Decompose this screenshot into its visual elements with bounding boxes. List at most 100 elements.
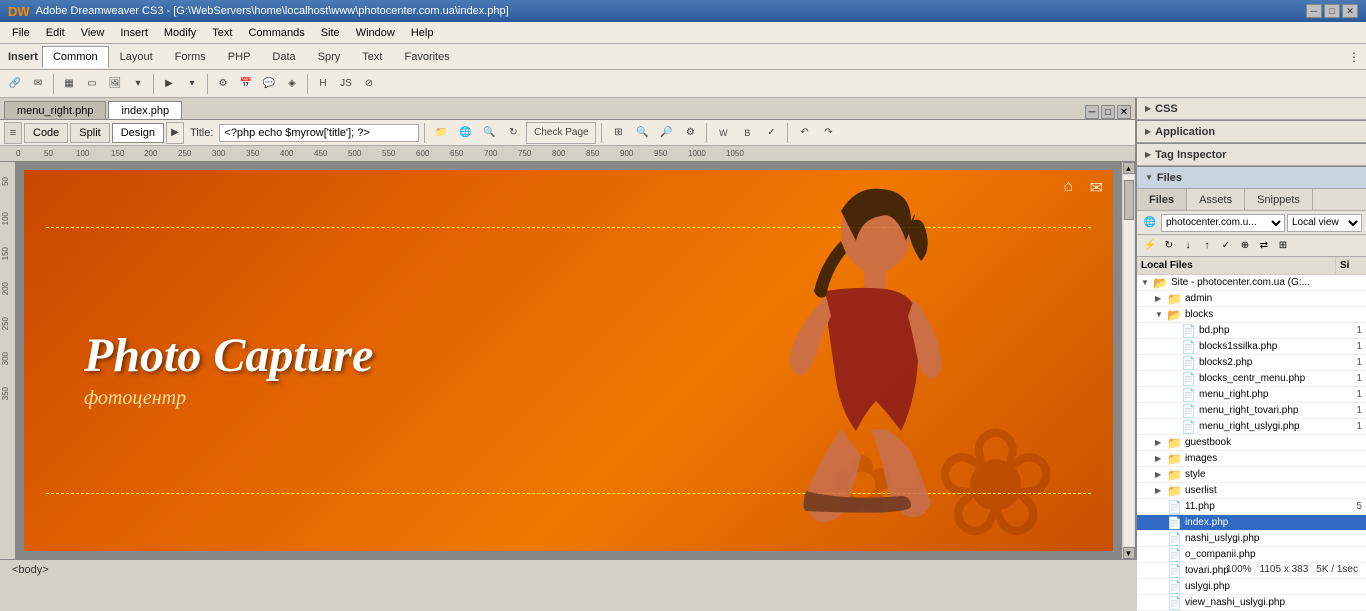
site-selector[interactable]: photocenter.com.u...	[1161, 214, 1285, 232]
check-page-btn[interactable]: Check Page	[526, 122, 596, 144]
code-explorer-icon[interactable]: ≡	[4, 122, 22, 144]
tree-item-index.php[interactable]: 📄 index.php	[1137, 515, 1366, 531]
tree-item-nashi_uslygi.php[interactable]: 📄 nashi_uslygi.php	[1137, 531, 1366, 547]
media-icon[interactable]: ▶	[158, 73, 180, 95]
design-view-btn[interactable]: Design	[112, 123, 164, 143]
tree-item-blocks_centr_menu.php[interactable]: 📄 blocks_centr_menu.php 1	[1137, 371, 1366, 387]
tree-item-admin[interactable]: ▶ 📁 admin	[1137, 291, 1366, 307]
w3c-validate-icon[interactable]: W	[712, 122, 734, 144]
image-dropdown-icon[interactable]: ▾	[127, 73, 149, 95]
menu-edit[interactable]: Edit	[38, 25, 73, 41]
menu-file[interactable]: File	[4, 25, 38, 41]
tab-layout[interactable]: Layout	[109, 46, 164, 68]
live-view-icon[interactable]: ▶	[166, 122, 184, 144]
tree-item-view_nashi_uslygi.php[interactable]: 📄 view_nashi_uslygi.php	[1137, 595, 1366, 611]
tree-item-bd.php[interactable]: 📄 bd.php 1	[1137, 323, 1366, 339]
synchronize-icon[interactable]: ⇄	[1255, 237, 1273, 255]
code-view-btn[interactable]: Code	[24, 123, 68, 143]
titlebar-controls[interactable]: ─ □ ✕	[1306, 4, 1358, 18]
tree-item-images[interactable]: ▶ 📁 images	[1137, 451, 1366, 467]
redo-icon[interactable]: ↷	[817, 122, 839, 144]
menu-view[interactable]: View	[73, 25, 113, 41]
debug-icon[interactable]: 🔍	[478, 122, 500, 144]
tree-item-userlist[interactable]: ▶ 📁 userlist	[1137, 483, 1366, 499]
tab-common[interactable]: Common	[42, 46, 109, 68]
script-icon[interactable]: JS	[335, 73, 357, 95]
menu-window[interactable]: Window	[348, 25, 403, 41]
visual-aids-icon[interactable]: ⊞	[607, 122, 629, 144]
tree-item-menu_right.php[interactable]: 📄 menu_right.php 1	[1137, 387, 1366, 403]
validate-icon[interactable]: ✓	[760, 122, 782, 144]
preview-icon[interactable]: 🌐	[454, 122, 476, 144]
head-icon[interactable]: H	[312, 73, 334, 95]
menu-text[interactable]: Text	[204, 25, 240, 41]
toolbar-options-icon[interactable]: ⋮	[1346, 46, 1362, 68]
doc-maximize-btn[interactable]: □	[1101, 105, 1115, 119]
tree-item-style[interactable]: ▶ 📁 style	[1137, 467, 1366, 483]
email-icon[interactable]: ✉	[27, 73, 49, 95]
refresh-files-icon[interactable]: ↻	[1160, 237, 1178, 255]
doc-close-btn[interactable]: ✕	[1117, 105, 1131, 119]
media-dropdown-icon[interactable]: ▾	[181, 73, 203, 95]
view-selector[interactable]: Local view Remote view Testing server	[1287, 214, 1362, 232]
get-files-icon[interactable]: ↓	[1179, 237, 1197, 255]
tab-spry[interactable]: Spry	[307, 46, 352, 68]
expand-icon[interactable]: ⊞	[1274, 237, 1292, 255]
menu-help[interactable]: Help	[403, 25, 442, 41]
menu-insert[interactable]: Insert	[112, 25, 156, 41]
hyperlink-icon[interactable]: 🔗	[4, 73, 26, 95]
undo-icon[interactable]: ↶	[793, 122, 815, 144]
app-panel-header[interactable]: ▶ Application	[1137, 121, 1366, 143]
tree-item-uslygi.php[interactable]: 📄 uslygi.php	[1137, 579, 1366, 595]
zoom-out-icon[interactable]: 🔎	[655, 122, 677, 144]
tree-item-menu_right_uslygi.php[interactable]: 📄 menu_right_uslygi.php 1	[1137, 419, 1366, 435]
tree-item-root[interactable]: ▼ 📂 Site - photocenter.com.ua (G:...	[1137, 275, 1366, 291]
menu-modify[interactable]: Modify	[156, 25, 204, 41]
tree-item-menu_right_tovari.php[interactable]: 📄 menu_right_tovari.php 1	[1137, 403, 1366, 419]
refresh-icon[interactable]: ↻	[502, 122, 524, 144]
close-button[interactable]: ✕	[1342, 4, 1358, 18]
title-input[interactable]	[219, 124, 419, 142]
tree-item-blocks2.php[interactable]: 📄 blocks2.php 1	[1137, 355, 1366, 371]
tab-menu-right-php[interactable]: menu_right.php	[4, 101, 106, 119]
minimize-button[interactable]: ─	[1306, 4, 1322, 18]
tree-item-11.php[interactable]: 📄 11.php 5	[1137, 499, 1366, 515]
image-icon[interactable]: 🖼	[104, 73, 126, 95]
tab-favorites[interactable]: Favorites	[393, 46, 460, 68]
widget-icon[interactable]: ⚙	[212, 73, 234, 95]
tab-index-php[interactable]: index.php	[108, 101, 182, 119]
noscript-icon[interactable]: ⊘	[358, 73, 380, 95]
tag-chooser-icon[interactable]: ◈	[281, 73, 303, 95]
files-tab-assets[interactable]: Assets	[1187, 189, 1245, 210]
put-files-icon[interactable]: ↑	[1198, 237, 1216, 255]
comment-icon[interactable]: 💬	[258, 73, 280, 95]
tree-item-blocks[interactable]: ▼ 📂 blocks	[1137, 307, 1366, 323]
insert-div-icon[interactable]: ▭	[81, 73, 103, 95]
zoom-in-icon[interactable]: 🔍	[631, 122, 653, 144]
page-canvas[interactable]: ❀ ✿ ⌂ ✉ Photo Capture фотоцентр	[24, 170, 1113, 551]
file-tree[interactable]: ▼ 📂 Site - photocenter.com.ua (G:... ▶ 📁…	[1137, 275, 1366, 611]
check-in-icon[interactable]: ✓	[1217, 237, 1235, 255]
doc-minimize-btn[interactable]: ─	[1085, 105, 1099, 119]
check-out-icon[interactable]: ⊕	[1236, 237, 1254, 255]
tab-php[interactable]: PHP	[217, 46, 262, 68]
tree-item-guestbook[interactable]: ▶ 📁 guestbook	[1137, 435, 1366, 451]
view-options-icon[interactable]: ⚙	[679, 122, 701, 144]
table-icon[interactable]: ▦	[58, 73, 80, 95]
connect-icon[interactable]: ⚡	[1141, 237, 1159, 255]
browser-check-icon[interactable]: B	[736, 122, 758, 144]
maximize-button[interactable]: □	[1324, 4, 1340, 18]
files-panel-header[interactable]: ▼ Files	[1137, 167, 1366, 189]
files-tab-snippets[interactable]: Snippets	[1245, 189, 1313, 210]
menu-site[interactable]: Site	[313, 25, 348, 41]
tab-forms[interactable]: Forms	[164, 46, 217, 68]
files-tab-files[interactable]: Files	[1137, 189, 1187, 210]
menu-commands[interactable]: Commands	[240, 25, 312, 41]
tab-data[interactable]: Data	[261, 46, 306, 68]
canvas-scrollbar-vertical[interactable]: ▲ ▼	[1121, 162, 1135, 559]
tag-inspector-header[interactable]: ▶ Tag Inspector	[1137, 144, 1366, 166]
split-view-btn[interactable]: Split	[70, 123, 109, 143]
file-management-icon[interactable]: 📁	[430, 122, 452, 144]
tree-item-o_companii.php[interactable]: 📄 o_companii.php	[1137, 547, 1366, 563]
tab-text[interactable]: Text	[351, 46, 393, 68]
